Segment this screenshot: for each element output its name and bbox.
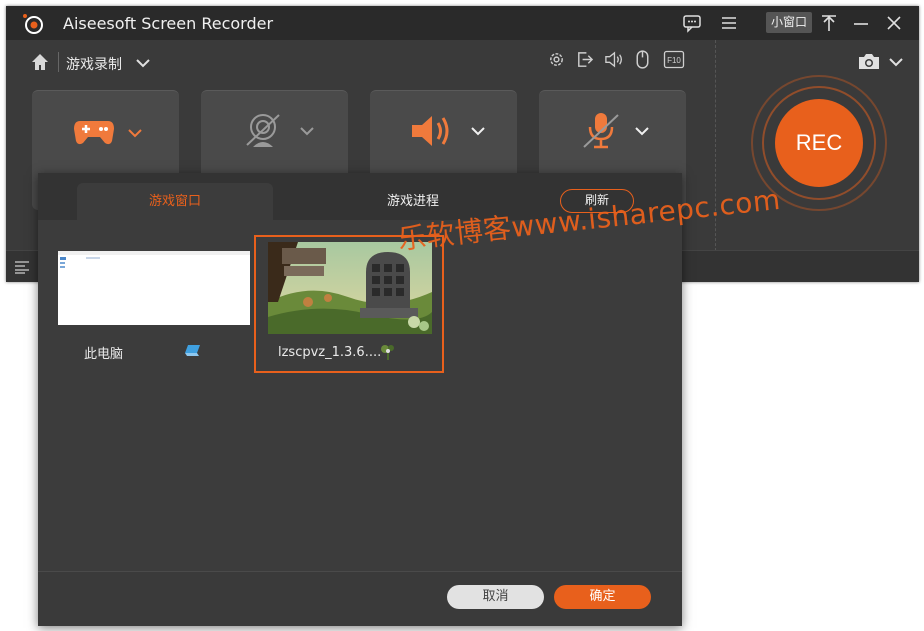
card-label-this-pc: 此电脑 xyxy=(84,347,124,362)
chevron-down-icon[interactable] xyxy=(127,127,143,139)
menu-icon[interactable] xyxy=(719,13,739,33)
game-window-dialog: 游戏窗口 游戏进程 刷新 此电脑 lzscpvz_1.3.6.... 取消 确定 xyxy=(38,173,682,626)
title-bar: Aiseesoft Screen Recorder 小窗口 xyxy=(6,6,919,40)
cancel-button[interactable]: 取消 xyxy=(447,585,544,609)
hotkey-icon[interactable]: F10 xyxy=(663,50,685,69)
rec-button[interactable]: REC xyxy=(775,99,863,187)
chevron-down-icon[interactable] xyxy=(299,125,315,137)
tab-game-window[interactable]: 游戏窗口 xyxy=(77,183,273,220)
pin-icon[interactable] xyxy=(819,13,839,33)
home-icon[interactable] xyxy=(30,52,50,72)
speaker-icon[interactable] xyxy=(603,50,624,69)
plant-icon xyxy=(381,345,394,360)
computer-icon xyxy=(185,345,200,356)
mini-window-button[interactable]: 小窗口 xyxy=(766,12,812,33)
feedback-icon[interactable] xyxy=(682,13,702,33)
card-label-game: lzscpvz_1.3.6.... xyxy=(278,345,382,360)
settings-icon[interactable] xyxy=(547,50,566,69)
app-title: Aiseesoft Screen Recorder xyxy=(63,14,274,33)
chevron-down-icon[interactable] xyxy=(634,125,650,137)
divider xyxy=(58,52,59,72)
mouse-icon[interactable] xyxy=(634,49,651,70)
dialog-footer: 取消 确定 xyxy=(38,571,682,626)
svg-text:F10: F10 xyxy=(667,56,681,65)
export-icon[interactable] xyxy=(575,50,594,69)
window-card-this-pc[interactable]: 此电脑 xyxy=(58,251,250,362)
speaker-icon xyxy=(412,116,449,146)
window-thumbnail xyxy=(58,251,250,325)
close-icon[interactable] xyxy=(884,13,904,33)
ok-button[interactable]: 确定 xyxy=(554,585,651,609)
minimize-icon[interactable] xyxy=(851,13,871,33)
app-logo-icon xyxy=(23,14,43,34)
webcam-off-icon xyxy=(246,114,280,147)
gamepad-icon xyxy=(74,121,114,145)
chevron-down-icon[interactable] xyxy=(470,125,486,137)
microphone-off-icon xyxy=(583,113,619,149)
chevron-down-icon[interactable] xyxy=(135,56,151,70)
mode-label[interactable]: 游戏录制 xyxy=(66,54,122,74)
list-icon[interactable] xyxy=(14,260,30,274)
